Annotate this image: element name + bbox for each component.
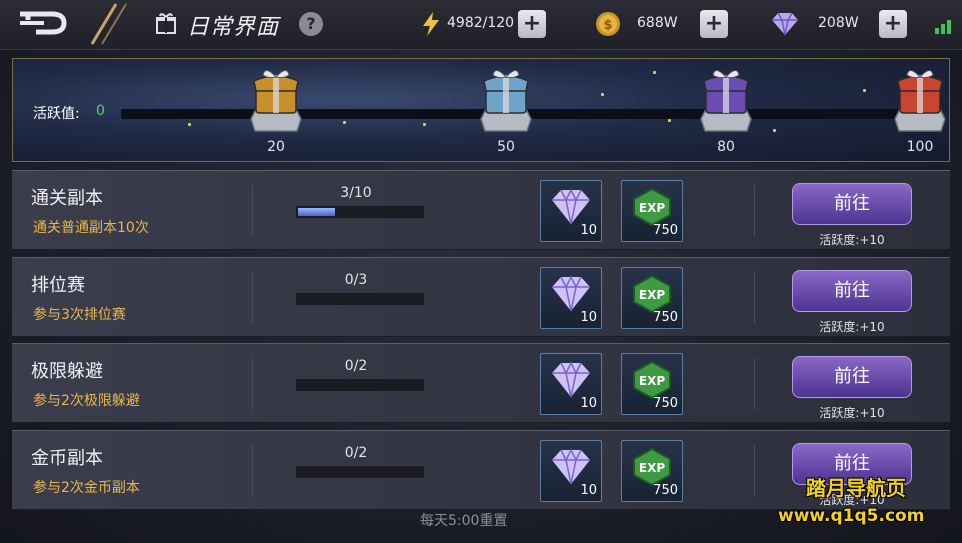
energy-display: 4982/120 + bbox=[420, 10, 548, 38]
task-progress-text: 0/2 bbox=[344, 358, 368, 374]
svg-text:EXP: EXP bbox=[639, 201, 665, 215]
milestone-points: 80 bbox=[717, 139, 735, 155]
reward-count: 750 bbox=[653, 396, 678, 411]
watermark-title: 踏月导航页 bbox=[806, 476, 906, 500]
task-row: 通关副本通关普通副本10次 3/10 10 EXP 750 前往活跃度:+10 bbox=[12, 170, 950, 250]
task-progress-text: 0/2 bbox=[344, 445, 368, 461]
gift-icon bbox=[156, 13, 176, 34]
diamond-icon bbox=[552, 361, 590, 398]
activity-bonus: 活跃度:+10 bbox=[819, 320, 885, 334]
reward-exp[interactable]: EXP 750 bbox=[621, 353, 683, 415]
task-progress-text: 0/3 bbox=[344, 272, 368, 288]
add-gold-button[interactable]: + bbox=[700, 10, 728, 38]
daily-screen: 日常界面 ? 4982/120 + $ 688W + 208W + 活跃值: 0… bbox=[0, 0, 962, 543]
signal-icon bbox=[935, 20, 951, 34]
reward-count: 750 bbox=[653, 223, 678, 238]
reward-count: 10 bbox=[580, 483, 597, 498]
reward-count: 10 bbox=[580, 310, 597, 325]
task-name: 通关副本 bbox=[31, 188, 103, 209]
task-progress-bar bbox=[296, 293, 424, 305]
reward-exp[interactable]: EXP 750 bbox=[621, 180, 683, 242]
task-description: 参与3次排位赛 bbox=[33, 307, 126, 323]
go-button[interactable]: 前往 bbox=[792, 356, 912, 398]
reward-count: 10 bbox=[580, 396, 597, 411]
milestone-points: 20 bbox=[267, 139, 285, 155]
exp-icon: EXP bbox=[633, 187, 671, 227]
activity-banner: 活跃值: 0 20 50 80 100 bbox=[12, 58, 950, 162]
back-icon[interactable] bbox=[14, 6, 74, 40]
task-row: 极限躲避参与2次极限躲避 0/2 10 EXP 750 前往活跃度:+10 bbox=[12, 343, 950, 423]
task-progress-bar bbox=[296, 466, 424, 478]
reward-exp[interactable]: EXP 750 bbox=[621, 440, 683, 502]
energy-value: 4982/120 bbox=[447, 15, 515, 31]
reward-diamond[interactable]: 10 bbox=[540, 440, 602, 502]
diamond-icon bbox=[552, 188, 590, 225]
diamond-icon bbox=[772, 12, 798, 36]
svg-text:EXP: EXP bbox=[639, 288, 665, 302]
svg-text:EXP: EXP bbox=[639, 461, 665, 475]
add-diamond-button[interactable]: + bbox=[879, 10, 907, 38]
task-progress-bar bbox=[296, 206, 424, 218]
go-button[interactable]: 前往 bbox=[792, 183, 912, 225]
add-energy-button[interactable]: + bbox=[518, 10, 546, 38]
activity-value: 0 bbox=[96, 103, 105, 119]
page-title: 日常界面 bbox=[187, 15, 280, 40]
reward-chest-icon[interactable] bbox=[697, 67, 755, 133]
milestone-points: 50 bbox=[497, 139, 515, 155]
reward-diamond[interactable]: 10 bbox=[540, 180, 602, 242]
gold-value: 688W bbox=[637, 15, 678, 31]
watermark-url: www.q1q5.com bbox=[778, 506, 925, 526]
task-description: 通关普通副本10次 bbox=[33, 220, 149, 236]
task-name: 排位赛 bbox=[31, 275, 85, 296]
exp-icon: EXP bbox=[633, 360, 671, 400]
reward-count: 750 bbox=[653, 483, 678, 498]
task-progress-text: 3/10 bbox=[340, 185, 372, 201]
svg-text:EXP: EXP bbox=[639, 374, 665, 388]
task-row: 排位赛参与3次排位赛 0/3 10 EXP 750 前往活跃度:+10 bbox=[12, 257, 950, 337]
lightning-icon bbox=[423, 12, 439, 36]
reward-exp[interactable]: EXP 750 bbox=[621, 267, 683, 329]
top-bar: 日常界面 ? 4982/120 + $ 688W + 208W + bbox=[0, 0, 962, 50]
reward-diamond[interactable]: 10 bbox=[540, 267, 602, 329]
reward-count: 10 bbox=[580, 223, 597, 238]
gold-coin-icon: $ bbox=[596, 12, 620, 36]
activity-bonus: 活跃度:+10 bbox=[819, 233, 885, 247]
svg-text:$: $ bbox=[603, 18, 612, 33]
activity-bonus: 活跃度:+10 bbox=[819, 406, 885, 420]
go-button[interactable]: 前往 bbox=[792, 270, 912, 312]
task-name: 金币副本 bbox=[31, 448, 103, 469]
reward-chest-icon[interactable] bbox=[477, 67, 535, 133]
divider-slash-icon bbox=[90, 3, 127, 45]
milestone-points: 100 bbox=[906, 139, 934, 155]
help-button[interactable]: ? bbox=[299, 12, 323, 36]
activity-label: 活跃值: bbox=[33, 106, 80, 122]
task-description: 参与2次极限躲避 bbox=[33, 393, 140, 409]
reset-note: 每天5:00重置 bbox=[420, 513, 508, 529]
diamond-value: 208W bbox=[818, 15, 859, 31]
task-progress-bar bbox=[296, 379, 424, 391]
reward-count: 750 bbox=[653, 310, 678, 325]
gold-display: $ 688W + bbox=[595, 10, 730, 38]
reward-diamond[interactable]: 10 bbox=[540, 353, 602, 415]
reward-chest-icon[interactable] bbox=[891, 67, 949, 133]
task-progress-fill bbox=[298, 208, 335, 216]
exp-icon: EXP bbox=[633, 447, 671, 487]
diamond-display: 208W + bbox=[770, 10, 908, 38]
reward-chest-icon[interactable] bbox=[247, 67, 305, 133]
diamond-icon bbox=[552, 275, 590, 312]
task-description: 参与2次金币副本 bbox=[33, 480, 140, 496]
diamond-icon bbox=[552, 448, 590, 485]
task-name: 极限躲避 bbox=[31, 361, 103, 382]
exp-icon: EXP bbox=[633, 274, 671, 314]
